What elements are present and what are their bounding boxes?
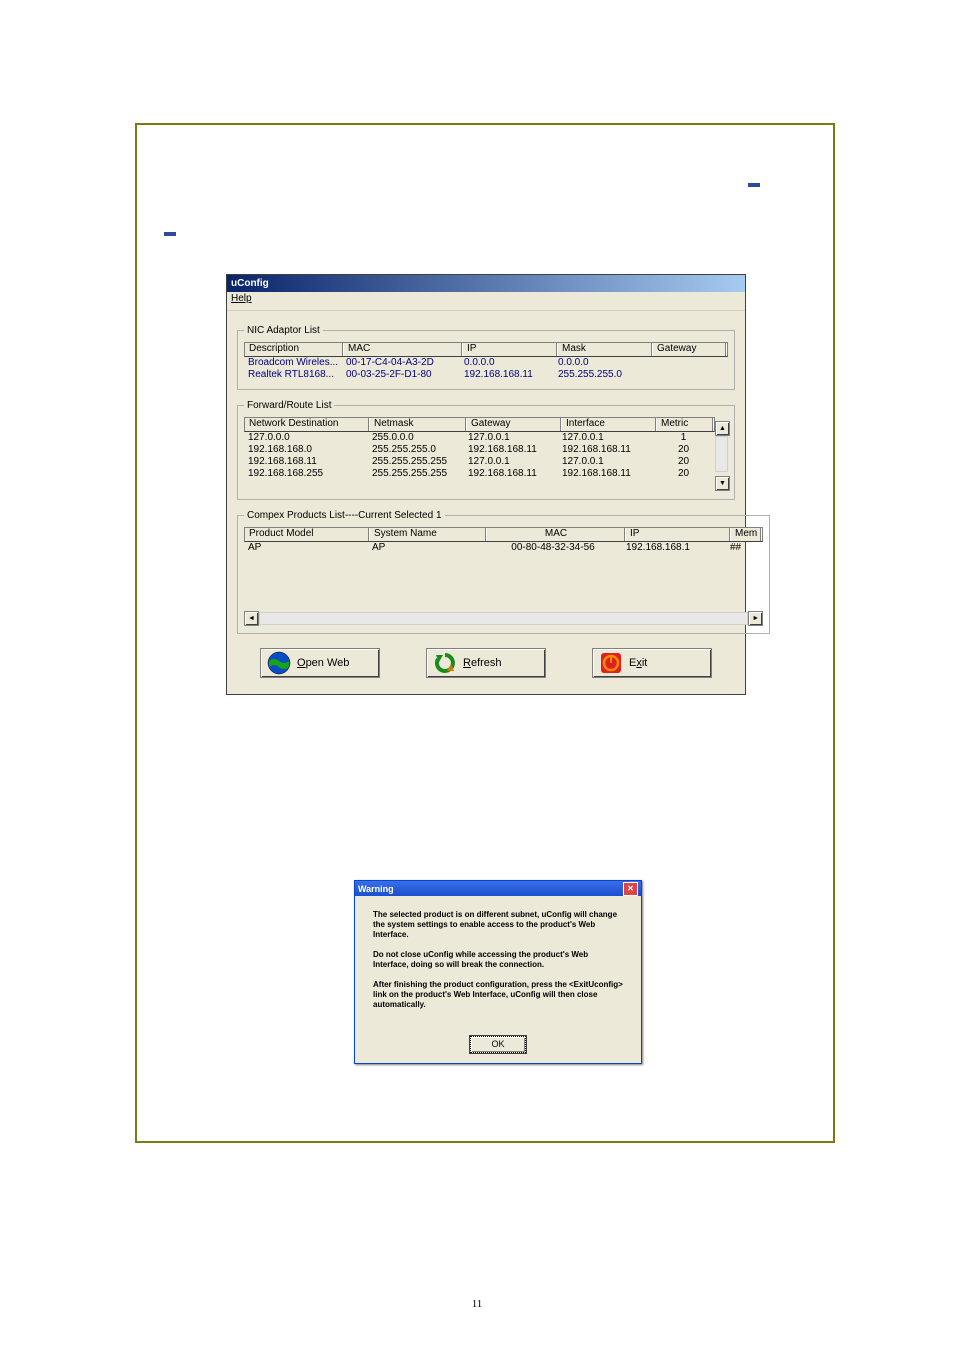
menu-bar: Help (227, 292, 745, 311)
menu-help[interactable]: Help (231, 293, 252, 304)
route-row[interactable]: 192.168.168.0 255.255.255.0 192.168.168.… (244, 444, 715, 456)
button-row: Open Web Refresh Exit (237, 648, 735, 678)
scroll-up-icon[interactable]: ▲ (715, 421, 730, 436)
col-gateway[interactable]: Gateway (653, 343, 727, 356)
col-metric[interactable]: Metric (657, 418, 714, 431)
refresh-button[interactable]: Refresh (426, 648, 546, 678)
col-gateway2[interactable]: Gateway (467, 418, 562, 431)
refresh-label: Refresh (463, 657, 502, 669)
warning-text-3: After finishing the product configuratio… (373, 980, 623, 1010)
nic-header[interactable]: Description MAC IP Mask Gateway (244, 342, 728, 357)
power-icon (599, 651, 623, 675)
globe-icon (267, 651, 291, 675)
page-number: 11 (0, 1298, 954, 1310)
route-body: 127.0.0.0 255.0.0.0 127.0.0.1 127.0.0.1 … (244, 432, 715, 480)
product-row[interactable]: AP AP 00-80-48-32-34-56 192.168.168.1 ## (244, 542, 763, 554)
refresh-icon (433, 651, 457, 675)
nic-body: Broadcom Wireles... 00-17-C4-04-A3-2D 0.… (244, 357, 728, 381)
warning-text-2: Do not close uConfig while accessing the… (373, 950, 623, 970)
crop-mark-left (164, 232, 176, 236)
warning-button-row: OK (355, 1030, 641, 1063)
client-area: NIC Adaptor List Description MAC IP Mask… (227, 311, 745, 694)
col-mask[interactable]: Mask (558, 343, 653, 356)
scroll-track[interactable] (715, 436, 728, 472)
col-sysname[interactable]: System Name (370, 528, 487, 541)
route-legend: Forward/Route List (244, 400, 334, 411)
close-icon[interactable]: ✕ (623, 882, 638, 896)
products-hscroll[interactable]: ◄ ► (244, 612, 763, 625)
open-web-button[interactable]: Open Web (260, 648, 380, 678)
col-mac2[interactable]: MAC (487, 528, 626, 541)
nic-row[interactable]: Realtek RTL8168... 00-03-25-2F-D1-80 192… (244, 369, 728, 381)
route-header[interactable]: Network Destination Netmask Gateway Inte… (244, 417, 715, 432)
route-vscroll[interactable]: ▲ ▼ (715, 417, 728, 491)
col-ip[interactable]: IP (463, 343, 558, 356)
products-group: Compex Products List----Current Selected… (237, 510, 770, 634)
scroll-left-icon[interactable]: ◄ (244, 611, 259, 626)
route-row[interactable]: 127.0.0.0 255.0.0.0 127.0.0.1 127.0.0.1 … (244, 432, 715, 444)
col-interface[interactable]: Interface (562, 418, 657, 431)
exit-button[interactable]: Exit (592, 648, 712, 678)
col-description[interactable]: Description (245, 343, 344, 356)
title-bar[interactable]: uConfig (227, 275, 745, 292)
nic-row[interactable]: Broadcom Wireles... 00-17-C4-04-A3-2D 0.… (244, 357, 728, 369)
route-row[interactable]: 192.168.168.255 255.255.255.255 192.168.… (244, 468, 715, 480)
uconfig-window: uConfig Help NIC Adaptor List Descriptio… (226, 274, 746, 695)
warning-dialog: Warning ✕ The selected product is on dif… (354, 880, 642, 1064)
warning-title: Warning (358, 884, 394, 894)
col-netmask[interactable]: Netmask (370, 418, 467, 431)
route-group: Forward/Route List Network Destination N… (237, 400, 735, 500)
scroll-right-icon[interactable]: ► (748, 611, 763, 626)
open-web-label: Open Web (297, 657, 349, 669)
ok-button[interactable]: OK (470, 1036, 526, 1053)
warning-text-1: The selected product is on different sub… (373, 910, 623, 940)
col-mem[interactable]: Mem (731, 528, 762, 541)
nic-legend: NIC Adaptor List (244, 325, 323, 336)
col-netdest[interactable]: Network Destination (245, 418, 370, 431)
col-ip2[interactable]: IP (626, 528, 731, 541)
crop-mark-right (748, 183, 760, 187)
warning-body: The selected product is on different sub… (355, 896, 641, 1030)
products-header[interactable]: Product Model System Name MAC IP Mem (244, 527, 763, 542)
scroll-track-h[interactable] (259, 612, 748, 625)
warning-titlebar[interactable]: Warning ✕ (355, 881, 641, 896)
products-body: AP AP 00-80-48-32-34-56 192.168.168.1 ##… (244, 542, 763, 625)
window-title: uConfig (231, 278, 269, 289)
col-model[interactable]: Product Model (245, 528, 370, 541)
exit-label: Exit (629, 657, 647, 669)
route-row[interactable]: 192.168.168.11 255.255.255.255 127.0.0.1… (244, 456, 715, 468)
scroll-down-icon[interactable]: ▼ (715, 476, 730, 491)
nic-group: NIC Adaptor List Description MAC IP Mask… (237, 325, 735, 390)
products-legend: Compex Products List----Current Selected… (244, 510, 445, 521)
col-mac[interactable]: MAC (344, 343, 463, 356)
